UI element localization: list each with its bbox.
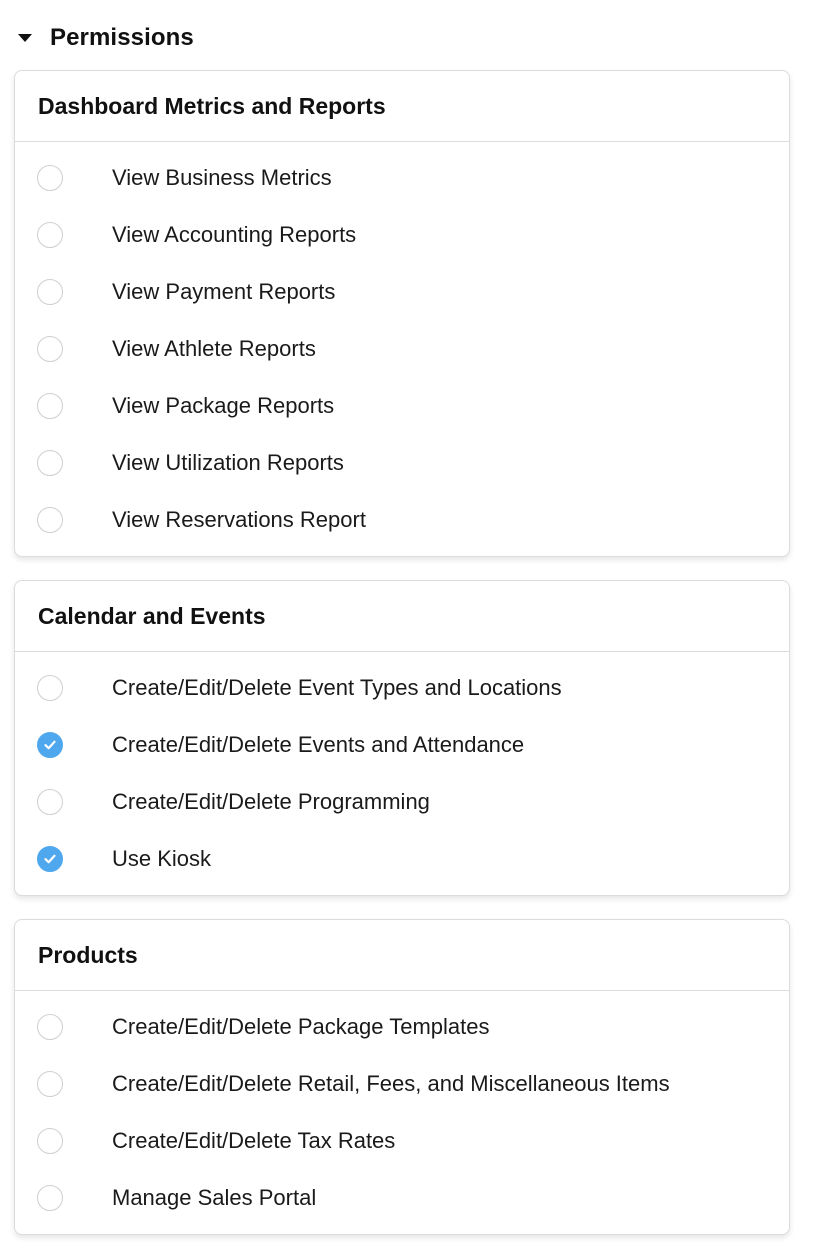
permission-group-calendar: Calendar and Events Create/Edit/Delete E… <box>14 580 790 896</box>
permission-checkbox[interactable] <box>37 221 63 248</box>
permission-label: View Athlete Reports <box>112 335 316 361</box>
permission-checkbox[interactable] <box>37 1184 63 1211</box>
permission-label: Use Kiosk <box>112 845 212 871</box>
permission-row[interactable]: Create/Edit/Delete Events and Attendance <box>15 716 789 773</box>
permission-row[interactable]: View Accounting Reports <box>15 206 789 263</box>
permissions-section-toggle[interactable]: Permissions <box>14 22 194 54</box>
caret-down-icon <box>18 34 32 42</box>
permission-row[interactable]: View Reservations Report <box>15 491 789 548</box>
permission-checkbox[interactable] <box>37 506 63 533</box>
permission-label: View Accounting Reports <box>112 221 357 247</box>
permission-checkbox[interactable] <box>37 164 63 191</box>
permission-checkbox[interactable] <box>37 731 63 758</box>
permission-checkbox[interactable] <box>37 449 63 476</box>
permission-row[interactable]: View Utilization Reports <box>15 434 789 491</box>
section-title: Permissions <box>50 24 194 51</box>
permission-label: View Utilization Reports <box>112 449 344 475</box>
permission-label: Manage Sales Portal <box>112 1184 317 1210</box>
permission-label: Create/Edit/Delete Tax Rates <box>112 1127 396 1153</box>
group-header: Calendar and Events <box>15 581 789 652</box>
permission-checkbox[interactable] <box>37 1127 63 1154</box>
permission-row[interactable]: View Business Metrics <box>15 149 789 206</box>
permission-row[interactable]: Create/Edit/Delete Event Types and Locat… <box>15 659 789 716</box>
group-title: Dashboard Metrics and Reports <box>38 92 386 119</box>
permission-label: Create/Edit/Delete Programming <box>112 788 430 814</box>
permission-row[interactable]: Create/Edit/Delete Programming <box>15 773 789 830</box>
permission-label: Create/Edit/Delete Package Templates <box>112 1013 490 1039</box>
permission-groups: Dashboard Metrics and Reports View Busin… <box>14 70 790 1258</box>
permission-row[interactable]: Create/Edit/Delete Package Templates <box>15 998 789 1055</box>
permission-row[interactable]: Create/Edit/Delete Tax Rates <box>15 1112 789 1169</box>
permission-checkbox[interactable] <box>37 674 63 701</box>
permission-checkbox[interactable] <box>37 788 63 815</box>
permission-row[interactable]: View Athlete Reports <box>15 320 789 377</box>
permission-row[interactable]: Use Kiosk <box>15 830 789 887</box>
permission-checkbox[interactable] <box>37 1070 63 1097</box>
permission-group-dashboard: Dashboard Metrics and Reports View Busin… <box>14 70 790 557</box>
permission-checkbox[interactable] <box>37 1013 63 1040</box>
permission-list: Create/Edit/Delete Package Templates Cre… <box>15 991 789 1234</box>
permission-label: Create/Edit/Delete Event Types and Locat… <box>112 674 562 700</box>
permission-checkbox[interactable] <box>37 278 63 305</box>
permission-label: Create/Edit/Delete Events and Attendance <box>112 731 525 757</box>
permission-row[interactable]: View Payment Reports <box>15 263 789 320</box>
permission-label: View Business Metrics <box>112 164 332 190</box>
permission-group-products: Products Create/Edit/Delete Package Temp… <box>14 919 790 1235</box>
group-header: Products <box>15 920 789 991</box>
permission-label: View Reservations Report <box>112 506 366 532</box>
permission-checkbox[interactable] <box>37 845 63 872</box>
permission-label: View Payment Reports <box>112 278 336 304</box>
permission-row[interactable]: Create/Edit/Delete Retail, Fees, and Mis… <box>15 1055 789 1112</box>
checkmark-icon <box>44 740 56 749</box>
group-header: Dashboard Metrics and Reports <box>15 71 789 142</box>
permission-row[interactable]: Manage Sales Portal <box>15 1169 789 1226</box>
group-title: Calendar and Events <box>38 602 266 629</box>
permission-label: Create/Edit/Delete Retail, Fees, and Mis… <box>112 1070 670 1096</box>
permission-list: View Business Metrics View Accounting Re… <box>15 142 789 556</box>
permission-checkbox[interactable] <box>37 392 63 419</box>
checkmark-icon <box>44 854 56 863</box>
permission-label: View Package Reports <box>112 392 335 418</box>
permission-row[interactable]: View Package Reports <box>15 377 789 434</box>
group-title: Products <box>38 941 138 968</box>
permission-list: Create/Edit/Delete Event Types and Locat… <box>15 652 789 895</box>
permission-checkbox[interactable] <box>37 335 63 362</box>
